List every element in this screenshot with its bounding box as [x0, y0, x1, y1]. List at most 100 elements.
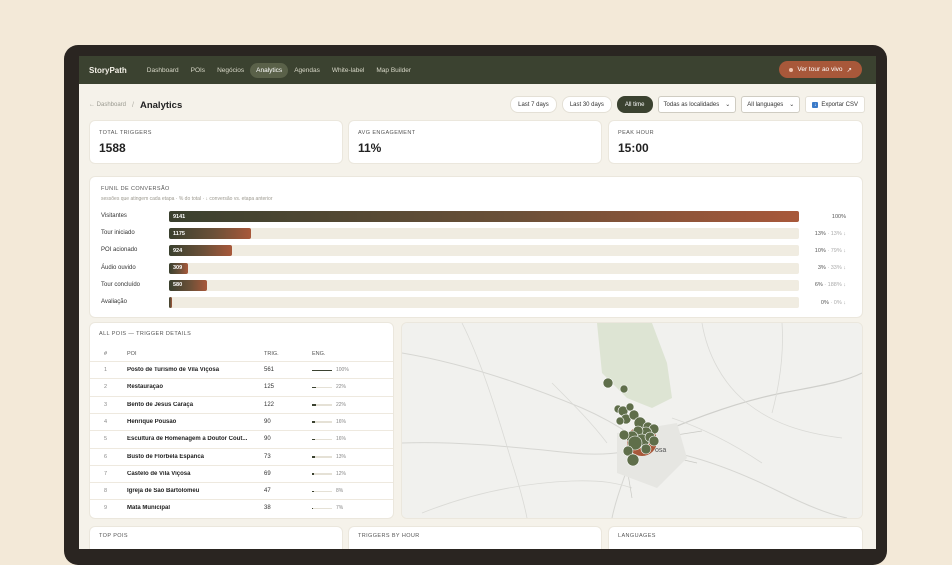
table-row[interactable]: 3 Bento de Jesus Caraça 122 22%	[90, 395, 393, 414]
filter-all-time[interactable]: All time	[616, 96, 653, 113]
funnel-stage-percent: 0% · 0% ↓	[821, 300, 846, 306]
chevron-down-icon: ⌄	[725, 102, 731, 108]
funnel-stage-label: Áudio ouvido	[101, 264, 136, 271]
trigger-count: 90	[264, 418, 271, 425]
breadcrumb-separator: /	[132, 101, 134, 109]
filter-last-30-days[interactable]: Last 30 days	[561, 96, 612, 113]
poi-marker[interactable]	[618, 429, 630, 441]
poi-marker[interactable]	[615, 416, 625, 426]
poi-marker[interactable]	[602, 377, 614, 389]
nav-item-agendas[interactable]: Agendas	[288, 63, 326, 78]
funnel-stage-value: 580	[173, 282, 183, 289]
table-row[interactable]: 7 Castelo de Vila Viçosa 69 12%	[90, 464, 393, 483]
nav-item-dashboard[interactable]: Dashboard	[141, 63, 185, 78]
external-arrow-icon: ↗	[846, 66, 852, 74]
table-row[interactable]: 2 Restauração 125 22%	[90, 378, 393, 396]
kpi-card-peak-hour: PEAK HOUR 15:00	[608, 120, 863, 164]
funnel-stage-value: 1175	[173, 230, 185, 237]
funnel-stage-value: 924	[173, 247, 183, 254]
funnel-row: POI acionado 924 10% · 79% ↓	[101, 245, 856, 257]
engagement-percent: 16%	[336, 436, 347, 443]
nav-item-pois[interactable]: POIs	[185, 63, 211, 78]
brand-logo[interactable]: StoryPath	[89, 66, 127, 75]
col-header-trig[interactable]: TRIG.	[264, 351, 279, 357]
poi-name: Castelo de Vila Viçosa	[127, 470, 191, 477]
poi-name: Henrique Pousão	[127, 418, 177, 425]
trigger-count: 561	[264, 367, 275, 373]
table-row[interactable]: 8 Igreja de São Bartolomeu 47 8%	[90, 482, 393, 500]
poi-marker[interactable]	[648, 435, 660, 447]
funnel-card: FUNIL DE CONVERSÃO sessões que atingem c…	[89, 176, 863, 318]
funnel-pct: 6%	[814, 282, 823, 289]
engagement-track	[312, 386, 332, 389]
funnel-bar: 1175	[169, 228, 251, 240]
page-title: Analytics	[139, 99, 183, 111]
nav-item-map-builder[interactable]: Map Builder	[370, 63, 417, 78]
engagement-fill	[312, 473, 315, 475]
funnel-row: Visitantes 9141 100%	[101, 211, 856, 222]
poi-marker[interactable]	[626, 453, 640, 467]
poi-marker[interactable]	[619, 384, 629, 394]
engagement-percent: 8%	[336, 488, 344, 495]
funnel-stage-percent: 6% · 188% ↓	[815, 282, 846, 288]
nav-item-analytics[interactable]: Analytics	[250, 62, 289, 78]
poi-map[interactable]: osa	[401, 322, 863, 519]
table-row[interactable]: 9 Mata Municipal 38 7%	[90, 499, 393, 517]
funnel-title: FUNIL DE CONVERSÃO	[101, 186, 170, 192]
engagement-track	[312, 507, 332, 510]
table-row[interactable]: 6 Busto de Florbela Espanca 73 13%	[90, 447, 393, 466]
trigger-count: 38	[264, 505, 271, 512]
breadcrumb-back-link[interactable]: ← Dashboard	[89, 102, 126, 108]
col-header-poi[interactable]: POI	[127, 351, 136, 357]
trigger-count: 90	[264, 436, 271, 443]
filter-last-7-days[interactable]: Last 7 days	[510, 96, 557, 113]
live-tour-button[interactable]: Ver tour ao vivo ↗	[779, 61, 862, 78]
poi-name: Escultura de Homenagem a Doutor Cout...	[127, 436, 248, 443]
table-row[interactable]: 1 Posto de Turismo de Vila Viçosa 561 100%	[90, 361, 393, 379]
table-row[interactable]: 4 Henrique Pousão 90 16%	[90, 412, 393, 431]
poi-marker[interactable]	[640, 443, 652, 455]
funnel-stage-percent: 10% · 79% ↓	[815, 248, 846, 254]
row-index: 6	[104, 453, 108, 460]
engagement-track	[312, 421, 332, 423]
app-screen: StoryPath Dashboard POIs Negócios Analytics…	[79, 56, 876, 549]
funnel-bar	[169, 297, 173, 308]
map-canvas[interactable]: osa	[402, 323, 862, 518]
row-index: 9	[104, 505, 108, 512]
row-index: 3	[104, 401, 108, 408]
live-tour-label: Ver tour ao vivo	[797, 66, 843, 73]
funnel-pct: 13%	[814, 230, 826, 237]
filter-bar: Last 7 days Last 30 days All time Todas …	[510, 96, 865, 113]
export-csv-button[interactable]: ↓ Exportar CSV	[805, 96, 865, 113]
location-select-value: Todas as localidades	[663, 101, 720, 108]
poi-marker[interactable]	[625, 402, 635, 412]
col-header-eng[interactable]: ENG.	[312, 351, 325, 357]
row-index: 1	[104, 367, 108, 373]
trigger-count: 73	[264, 453, 271, 460]
engagement-fill	[312, 404, 317, 406]
table-row[interactable]: 5 Escultura de Homenagem a Doutor Cout...…	[90, 430, 393, 448]
engagement-percent: 7%	[336, 505, 344, 512]
trigger-count: 125	[264, 384, 275, 391]
funnel-stage-percent: 100%	[832, 214, 846, 220]
funnel-conversion: · 79% ↓	[825, 247, 846, 254]
funnel-conversion: · 0% ↓	[828, 299, 846, 306]
funnel-stage-label: Visitantes	[101, 213, 127, 219]
funnel-stage-label: Avaliação	[101, 299, 127, 305]
funnel-row: Tour iniciado 1175 13% · 13% ↓	[101, 228, 856, 240]
engagement-fill	[312, 369, 332, 371]
engagement-fill	[312, 386, 317, 389]
language-select[interactable]: All languages ⌄	[741, 96, 801, 113]
engagement-fill	[312, 438, 316, 441]
card-title: LANGUAGES	[618, 533, 656, 539]
main-nav: Dashboard POIs Negócios Analytics Agendas Whi…	[141, 62, 417, 78]
triggers-by-hour-card: TRIGGERS BY HOUR	[348, 526, 602, 549]
poi-name: Bento de Jesus Caraça	[127, 401, 194, 408]
location-select[interactable]: Todas as localidades ⌄	[657, 96, 737, 113]
engagement-track	[312, 473, 332, 475]
nav-item-white-label[interactable]: White-label	[326, 63, 371, 78]
funnel-bar: 924	[169, 245, 232, 257]
poi-name: Busto de Florbela Espanca	[127, 453, 205, 460]
nav-item-neg-cios[interactable]: Negócios	[211, 63, 250, 78]
export-csv-label: Exportar CSV	[821, 101, 858, 108]
